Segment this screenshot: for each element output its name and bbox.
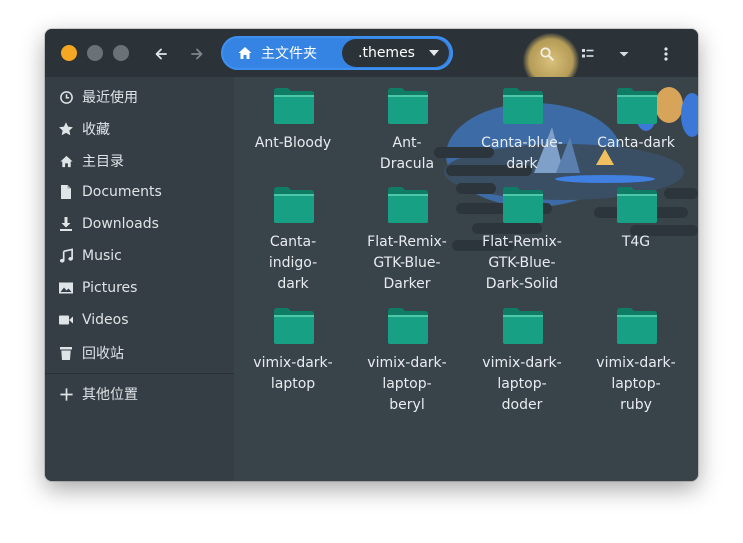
list-view-icon [582,49,594,58]
sidebar-item-label: Pictures [82,280,138,296]
path-crumb-home-label: 主文件夹 [261,46,317,62]
kebab-menu-icon [664,47,668,61]
plus-icon [58,386,74,402]
sidebar-item-label: 主目录 [82,154,124,170]
sidebar-item-home[interactable]: 主目录 [45,146,234,176]
clock-icon [58,89,74,105]
sidebar-item-label: 回收站 [82,346,124,362]
path-bar: 主文件夹 .themes [221,36,453,70]
folder-name: Flat-Remix- GTK-Blue- Dark-Solid [482,234,562,292]
chevron-down-icon [619,52,629,57]
view-mode-button[interactable] [575,41,601,67]
folder-name: Ant-Bloody [254,135,332,151]
folder-name: vimix-dark- laptop- doder [482,355,562,413]
path-crumb-home[interactable]: 主文件夹 [229,36,317,70]
sidebar-item-downloads[interactable]: Downloads [45,209,234,239]
sidebar-item-documents[interactable]: Documents [45,177,234,207]
trash-icon [58,345,74,361]
folder-name: Canta-blue- dark [481,135,563,172]
folder-icon [388,88,428,124]
sidebar-item-label: Documents [82,184,162,200]
folder-name: Flat-Remix- GTK-Blue- Darker [367,234,447,292]
search-icon [540,47,554,61]
folder-icon [274,187,314,223]
sidebar-separator [45,373,234,374]
back-button[interactable] [148,41,174,67]
forward-button[interactable] [184,41,210,67]
folder-icon [388,187,428,223]
music-icon [58,248,74,264]
folder-icon [274,308,314,344]
folder-icon [503,187,543,223]
header-bar: 主文件夹 .themes [45,29,698,89]
document-icon [58,184,74,200]
download-icon [58,216,74,232]
search-button[interactable] [534,41,560,67]
sidebar: 最近使用 收藏 主目录 Documents Downloads Music Pi… [45,77,234,481]
folder-name: vimix-dark- laptop- ruby [596,355,676,413]
minimize-button[interactable] [87,45,103,61]
home-icon [58,153,74,169]
sidebar-item-music[interactable]: Music [45,241,234,271]
sidebar-item-label: Music [82,248,122,264]
folder-name: Canta- indigo- dark [268,234,318,292]
main-menu-button[interactable] [653,41,679,67]
folder-icon [617,187,657,223]
star-icon [58,121,74,137]
file-view[interactable]: Ant-Bloody Ant- Dracula Canta-blue- dark… [234,77,698,481]
chevron-down-icon [429,50,439,56]
maximize-button[interactable] [113,45,129,61]
folder-name: vimix-dark- laptop [253,355,333,392]
folder-icon [503,88,543,124]
folder-name: vimix-dark- laptop- beryl [367,355,447,413]
path-crumb-current-label: .themes [358,45,415,61]
video-icon [58,312,74,328]
image-icon [58,280,74,296]
sidebar-item-trash[interactable]: 回收站 [45,338,234,368]
sidebar-item-label: Downloads [82,216,159,232]
folder-name: Canta-dark [597,135,675,151]
sidebar-item-starred[interactable]: 收藏 [45,114,234,144]
folder-name: Ant- Dracula [379,135,435,172]
sidebar-item-videos[interactable]: Videos [45,305,234,335]
sidebar-item-other-locations[interactable]: 其他位置 [45,379,234,409]
sidebar-item-label: 收藏 [82,122,110,138]
sidebar-item-label: 最近使用 [82,90,138,106]
sidebar-item-label: 其他位置 [82,387,138,403]
folder-icon [617,308,657,344]
folder-icon [503,308,543,344]
file-manager-window: 主文件夹 .themes 最近使用 收藏 主目录 Documents Downl… [45,29,698,481]
folder-icon [274,88,314,124]
sort-options-button[interactable] [611,41,637,67]
folder-icon [388,308,428,344]
arrow-left-icon [155,48,167,60]
sidebar-item-label: Videos [82,312,129,328]
folder-name: T4G [621,234,651,250]
home-icon [238,47,252,59]
sidebar-item-recent[interactable]: 最近使用 [45,82,234,112]
path-crumb-current[interactable]: .themes [342,39,449,67]
close-button[interactable] [61,45,77,61]
sidebar-item-pictures[interactable]: Pictures [45,273,234,303]
folder-icon [617,88,657,124]
arrow-right-icon [191,48,203,60]
